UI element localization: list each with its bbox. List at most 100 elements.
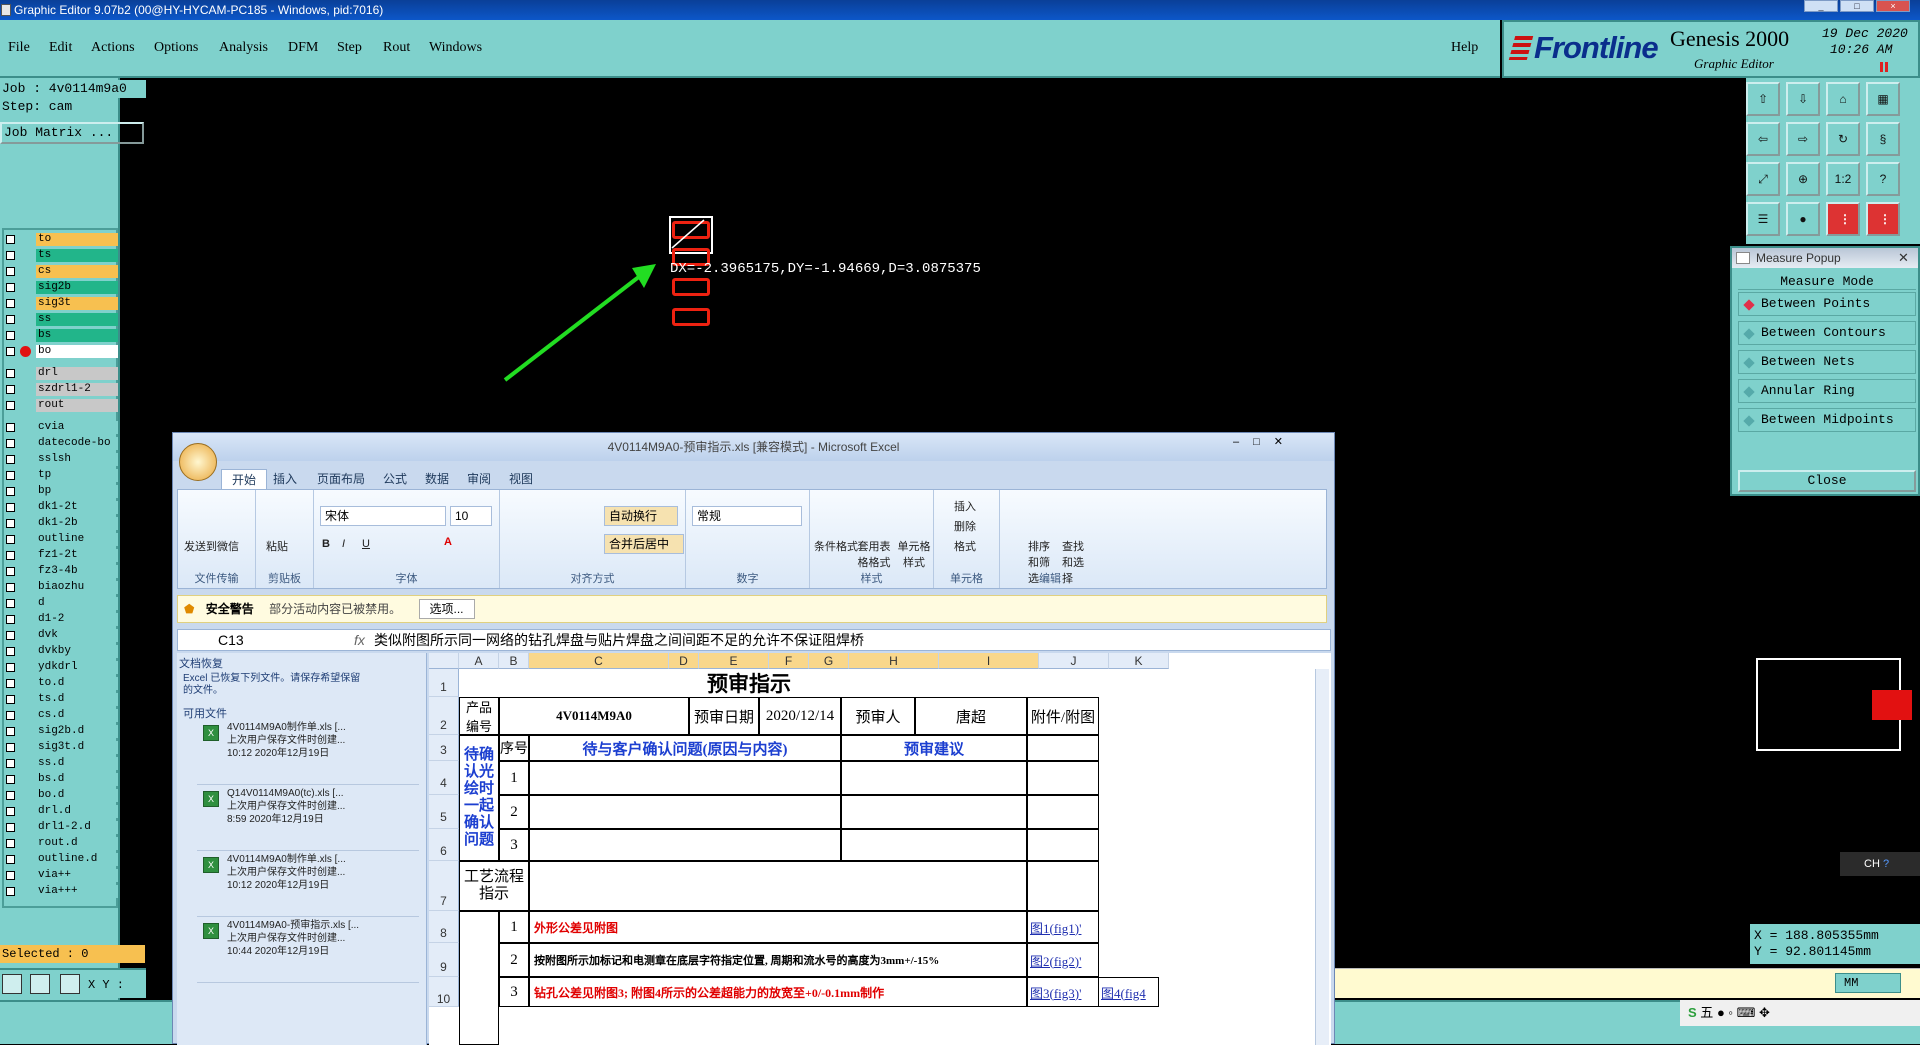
column-header[interactable]: E	[699, 653, 769, 669]
cell-seq[interactable]: 1	[499, 761, 529, 795]
option-annular-ring[interactable]: Annular Ring	[1738, 379, 1916, 403]
row-header[interactable]: 6	[429, 829, 459, 861]
recovered-file[interactable]: X 4V0114M9A0制作单.xls [... 上次用户保存文件时创建... 10:…	[197, 853, 419, 917]
font-color-button[interactable]: A	[444, 536, 452, 548]
ime-toolbar[interactable]: S 五 ● ◦ ⌨ ✥	[1680, 1000, 1920, 1026]
font-name-select[interactable]: 宋体	[320, 506, 446, 526]
scale-button[interactable]: 1:2	[1826, 162, 1860, 196]
column-header[interactable]: A	[459, 653, 499, 669]
tool-icon[interactable]: ⇧	[1746, 82, 1780, 116]
tab-formulas[interactable]: 公式	[373, 469, 417, 489]
close-button[interactable]: Close	[1738, 470, 1916, 492]
cell-empty[interactable]	[1027, 829, 1099, 861]
close-icon[interactable]: ✕	[1898, 250, 1909, 266]
column-header[interactable]: B	[499, 653, 529, 669]
format-cells-button[interactable]: 格式	[954, 538, 976, 554]
cell-process-label[interactable]: 工艺流程指示	[459, 861, 529, 911]
recovered-file[interactable]: X Q14V0114M9A0(tc).xls [... 上次用户保存文件时创建...…	[197, 787, 419, 851]
spreadsheet-grid[interactable]: A B C D E F G H I J K 1 2 3 4 5 6 7 8 9 …	[429, 653, 1331, 1045]
snap-icon[interactable]: ●	[1786, 202, 1820, 236]
tool-icon[interactable]: ☰	[1746, 202, 1780, 236]
units-selector[interactable]: MM	[1835, 973, 1901, 993]
send-to-wechat-button[interactable]: 发送到微信	[184, 538, 239, 554]
insert-cells-button[interactable]: 插入	[954, 498, 976, 514]
font-size-select[interactable]: 10	[450, 506, 492, 526]
cell-process-item[interactable]: 钻孔公差见附图3; 附图4所示的公差超能力的放宽至+0/-0.1mm制作	[529, 977, 1027, 1007]
cell-seq-header[interactable]: 序号	[499, 735, 529, 761]
cell-confirm-label[interactable]: 待确认光绘时一起确认问题	[459, 735, 499, 861]
cell-empty[interactable]	[1027, 795, 1099, 829]
tool-icon[interactable]: ⇨	[1786, 122, 1820, 156]
link-fig4[interactable]: 图4(fig4	[1099, 977, 1159, 1007]
link-fig2[interactable]: 图2(fig2)'	[1027, 943, 1099, 977]
row-header[interactable]: 7	[429, 861, 459, 911]
cell-attach-label[interactable]: 附件/附图	[1027, 697, 1099, 735]
row-header[interactable]: 3	[429, 735, 459, 761]
delete-cells-button[interactable]: 删除	[954, 518, 976, 534]
cell-seq[interactable]: 3	[499, 829, 529, 861]
cell-seq[interactable]: 3	[499, 977, 529, 1007]
fit-icon[interactable]: ⤢	[1746, 162, 1780, 196]
help-button[interactable]: ?	[1866, 162, 1900, 196]
tab-insert[interactable]: 插入	[263, 469, 307, 489]
paste-button[interactable]: 粘贴	[266, 538, 288, 554]
link-fig3[interactable]: 图3(fig3)'	[1027, 977, 1099, 1007]
security-options-button[interactable]: 选项...	[418, 599, 475, 619]
cell-seq[interactable]: 2	[499, 943, 529, 977]
column-header[interactable]: D	[669, 653, 699, 669]
column-header[interactable]: F	[769, 653, 809, 669]
cell-empty[interactable]	[529, 761, 841, 795]
office-button[interactable]	[179, 443, 217, 481]
cell-review-date[interactable]: 2020/12/14	[759, 697, 841, 735]
row-header[interactable]: 1	[429, 669, 459, 697]
option-between-midpoints[interactable]: Between Midpoints	[1738, 408, 1916, 432]
row-header[interactable]: 10	[429, 977, 459, 1007]
excel-window-controls[interactable]: –□✕	[1233, 435, 1323, 453]
number-format-select[interactable]: 常规	[692, 506, 802, 526]
underline-button[interactable]: U	[362, 538, 370, 550]
tool-icon[interactable]: §	[1866, 122, 1900, 156]
cell-empty[interactable]	[1027, 735, 1099, 761]
recovered-file[interactable]: X 4V0114M9A0制作单.xls [... 上次用户保存文件时创建... 10:…	[197, 721, 419, 785]
row-header[interactable]: 2	[429, 697, 459, 735]
home-icon[interactable]: ⌂	[1826, 82, 1860, 116]
vertical-scrollbar[interactable]	[1315, 669, 1329, 1045]
cell-review-date-label[interactable]: 预审日期	[689, 697, 759, 735]
cell-reviewer-label[interactable]: 预审人	[841, 697, 915, 735]
tab-view[interactable]: 视图	[499, 469, 543, 489]
cell-advice-header[interactable]: 预审建议	[841, 735, 1027, 761]
column-header[interactable]: I	[939, 653, 1039, 669]
cell-seq[interactable]: 1	[499, 911, 529, 943]
measure-icon[interactable]: ⋮	[1866, 202, 1900, 236]
cell-issue-header[interactable]: 待与客户确认问题(原因与内容)	[529, 735, 841, 761]
link-fig1[interactable]: 图1(fig1)'	[1027, 911, 1099, 943]
cell-seq[interactable]: 2	[499, 795, 529, 829]
wrap-text-button[interactable]: 自动换行	[604, 506, 678, 526]
cell-product-label[interactable]: 产品编号	[459, 697, 499, 735]
measure-icon[interactable]: ⋮	[1826, 202, 1860, 236]
bold-button[interactable]: B	[322, 538, 330, 550]
merge-center-button[interactable]: 合并后居中	[604, 534, 684, 554]
cell-process-item[interactable]: 按附图所示加标记和电测章在底层字符指定位置, 周期和流水号的高度为3mm+/-1…	[529, 943, 1027, 977]
cell-empty[interactable]	[529, 861, 1027, 911]
zoom-icon[interactable]: ⊕	[1786, 162, 1820, 196]
cell-product-value[interactable]: 4V0114M9A0	[499, 697, 689, 735]
table-format-button[interactable]: 套用表格格式	[854, 538, 894, 570]
tool-icon[interactable]: ⇩	[1786, 82, 1820, 116]
name-box[interactable]: C13	[218, 630, 308, 650]
ime-indicator[interactable]: CH ?	[1840, 852, 1920, 876]
cell-reviewer[interactable]: 唐超	[915, 697, 1027, 735]
column-header[interactable]: H	[849, 653, 939, 669]
cell-empty[interactable]	[529, 795, 841, 829]
cell-empty[interactable]	[841, 795, 1027, 829]
conditional-format-button[interactable]: 条件格式	[814, 538, 858, 554]
cell-style-button[interactable]: 单元格样式	[896, 538, 932, 570]
tab-data[interactable]: 数据	[415, 469, 459, 489]
tab-page-layout[interactable]: 页面布局	[307, 469, 375, 489]
option-between-points[interactable]: Between Points	[1738, 292, 1916, 316]
cell-empty[interactable]	[459, 911, 499, 1045]
recovered-file[interactable]: X 4V0114M9A0-预审指示.xls [... 上次用户保存文件时创建... 1…	[197, 919, 419, 983]
minimap[interactable]	[1756, 658, 1912, 751]
tool-icon[interactable]: ↻	[1826, 122, 1860, 156]
tab-review[interactable]: 审阅	[457, 469, 501, 489]
